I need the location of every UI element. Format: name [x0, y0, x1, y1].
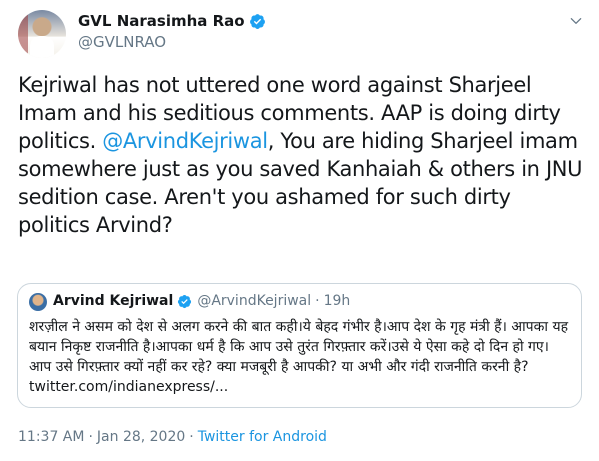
quoted-separator: · [315, 293, 320, 309]
tweet-source-link[interactable]: Twitter for Android [198, 429, 327, 445]
quoted-author-avatar [29, 293, 47, 311]
tweet-meta: 11:37 AM · Jan 28, 2020 · Twitter for Androi… [18, 429, 327, 445]
quoted-timestamp: 19h [323, 293, 351, 309]
tweet-time[interactable]: 11:37 AM [18, 429, 84, 445]
author-name[interactable]: GVL Narasimha Rao [78, 12, 245, 30]
meta-separator: · [88, 429, 93, 445]
author-name-row[interactable]: GVL Narasimha Rao [78, 12, 266, 30]
author-handle[interactable]: @GVLNRAO [78, 33, 166, 51]
author-avatar[interactable] [18, 10, 66, 58]
quoted-author-name: Arvind Kejriwal [53, 293, 174, 309]
verified-badge-icon [178, 294, 192, 308]
tweet-date[interactable]: Jan 28, 2020 [97, 429, 185, 445]
verified-badge-icon [249, 13, 265, 29]
quoted-tweet-card[interactable]: Arvind Kejriwal @ArvindKejriwal · 19h शर… [17, 283, 582, 408]
quoted-author-handle: @ArvindKejriwal [197, 293, 312, 309]
tweet-mention-link[interactable]: @ArvindKejriwal [102, 129, 268, 153]
quoted-tweet-header: Arvind Kejriwal @ArvindKejriwal · 19h [53, 293, 350, 309]
tweet-text: Kejriwal has not uttered one word agains… [18, 71, 588, 239]
meta-separator: · [189, 429, 194, 445]
chevron-down-icon[interactable] [569, 14, 583, 28]
quoted-tweet-text: शरज़ील ने असम को देश से अलग करने की बात … [29, 319, 569, 395]
